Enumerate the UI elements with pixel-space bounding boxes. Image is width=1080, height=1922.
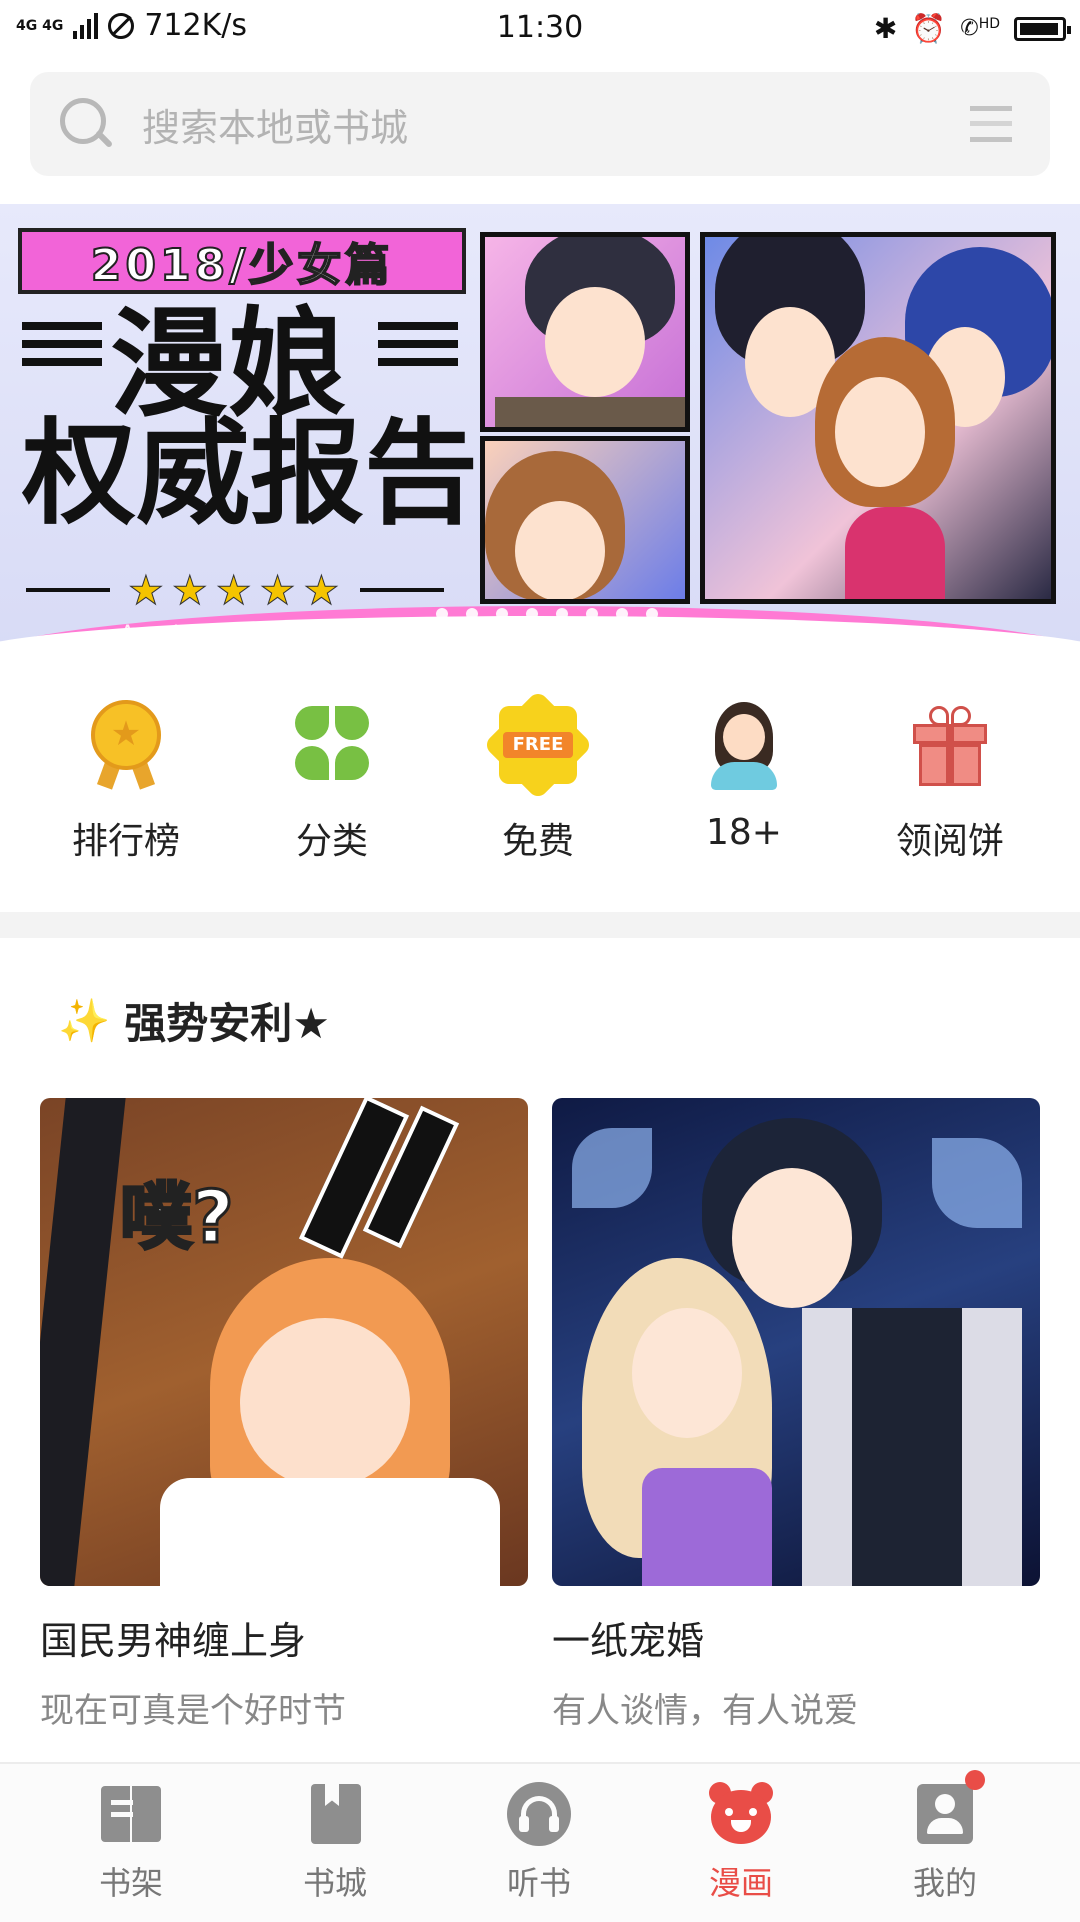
section-divider <box>0 912 1080 938</box>
quick-item-label: 排行榜 <box>71 821 180 862</box>
banner-dash <box>360 588 444 592</box>
tab-label: 书架 <box>98 1864 163 1902</box>
tab-label: 漫画 <box>708 1864 773 1902</box>
bear-icon <box>709 1782 773 1846</box>
comic-card[interactable]: 噗? 国民男神缠上身 现在可真是个好时节 <box>40 1098 528 1732</box>
banner-decor-lines <box>22 322 102 376</box>
banner-stars: ★★★★★ <box>127 568 348 615</box>
bluetooth-icon: ✱ <box>873 12 898 45</box>
quick-item-ranking[interactable]: ★ 排行榜 <box>26 700 226 864</box>
comic-subtitle: 有人谈情，有人说爱 <box>552 1691 858 1731</box>
scan-icon[interactable] <box>970 106 1012 142</box>
cover-text: 噗? <box>119 1174 236 1261</box>
profile-icon <box>913 1770 985 1846</box>
tab-label: 书城 <box>302 1864 367 1902</box>
tab-label: 听书 <box>506 1864 571 1902</box>
medal-icon: ★ <box>81 700 171 790</box>
quick-item-label: 免费 <box>501 821 574 862</box>
leaves-icon <box>287 700 377 790</box>
banner-art-panel <box>700 232 1056 604</box>
banner-pagination <box>436 608 658 620</box>
promo-banner[interactable]: 2018/少女篇 漫娘 权威报告 ★★★★★ AUTHORITATIVE REP… <box>0 204 1080 652</box>
quick-item-adult[interactable]: 18+ <box>644 700 844 853</box>
banner-art-panel <box>480 436 690 604</box>
bookshelf-icon <box>99 1782 163 1846</box>
quick-item-label: 分类 <box>295 821 368 862</box>
quick-item-gift[interactable]: 领阅饼 <box>850 700 1050 864</box>
tab-bookstore[interactable]: 书城 <box>260 1782 410 1904</box>
status-bar: 4G 4G 712K/s 11:30 ✱ ⏰ ✆HD <box>0 0 1080 58</box>
girl-icon <box>699 700 789 790</box>
section-title: 强势安利★ <box>124 999 330 1048</box>
search-bar[interactable]: 搜索本地或书城 <box>30 72 1050 176</box>
quick-item-label: 18+ <box>706 812 782 853</box>
quick-item-label: 领阅饼 <box>895 821 1004 862</box>
headphones-icon <box>507 1782 571 1846</box>
free-badge-icon: FREE <box>482 689 594 801</box>
bottom-tab-bar: 书架 书城 听书 漫画 我的 <box>0 1762 1080 1922</box>
free-label: FREE <box>503 732 573 758</box>
battery-icon <box>1014 16 1071 41</box>
banner-dash <box>26 588 110 592</box>
quick-item-category[interactable]: 分类 <box>232 700 432 864</box>
comic-title: 国民男神缠上身 <box>40 1619 307 1663</box>
search-placeholder: 搜索本地或书城 <box>142 105 409 150</box>
notification-dot <box>965 1770 985 1790</box>
hd-call-icon: ✆HD <box>960 16 1000 41</box>
banner-title-line1: 漫娘 <box>110 295 347 433</box>
quick-nav: ★ 排行榜 分类 FREE 免费 18+ 领阅饼 <box>0 689 1080 880</box>
banner-art-panel <box>480 232 690 432</box>
sparkle-icon: ✨ <box>58 995 111 1045</box>
tab-audiobook[interactable]: 听书 <box>464 1782 614 1904</box>
quick-item-free[interactable]: FREE 免费 <box>438 689 638 864</box>
search-icon <box>60 98 114 150</box>
hd-label: HD <box>978 16 1000 32</box>
banner-title-line2: 权威报告 <box>22 407 479 540</box>
comic-title: 一纸宠婚 <box>552 1619 705 1663</box>
banner-tag: 2018/少女篇 <box>18 228 466 294</box>
tab-comics[interactable]: 漫画 <box>666 1782 816 1904</box>
tab-label: 我的 <box>912 1864 977 1902</box>
gift-icon <box>905 700 995 790</box>
comic-card[interactable]: 一纸宠婚 有人谈情，有人说爱 <box>552 1098 1040 1732</box>
banner-subtitle: AUTHORITATIVE REPORT <box>120 622 789 652</box>
bookstore-icon <box>303 1782 367 1846</box>
section-header: ✨ 强势安利★ <box>58 990 330 1051</box>
comic-cover[interactable] <box>552 1098 1040 1586</box>
tab-bookshelf[interactable]: 书架 <box>56 1782 206 1904</box>
comic-cover[interactable]: 噗? <box>40 1098 528 1586</box>
tab-profile[interactable]: 我的 <box>870 1770 1020 1904</box>
comic-subtitle: 现在可真是个好时节 <box>40 1691 346 1731</box>
banner-decor-lines <box>378 322 458 376</box>
alarm-icon: ⏰ <box>911 12 947 45</box>
